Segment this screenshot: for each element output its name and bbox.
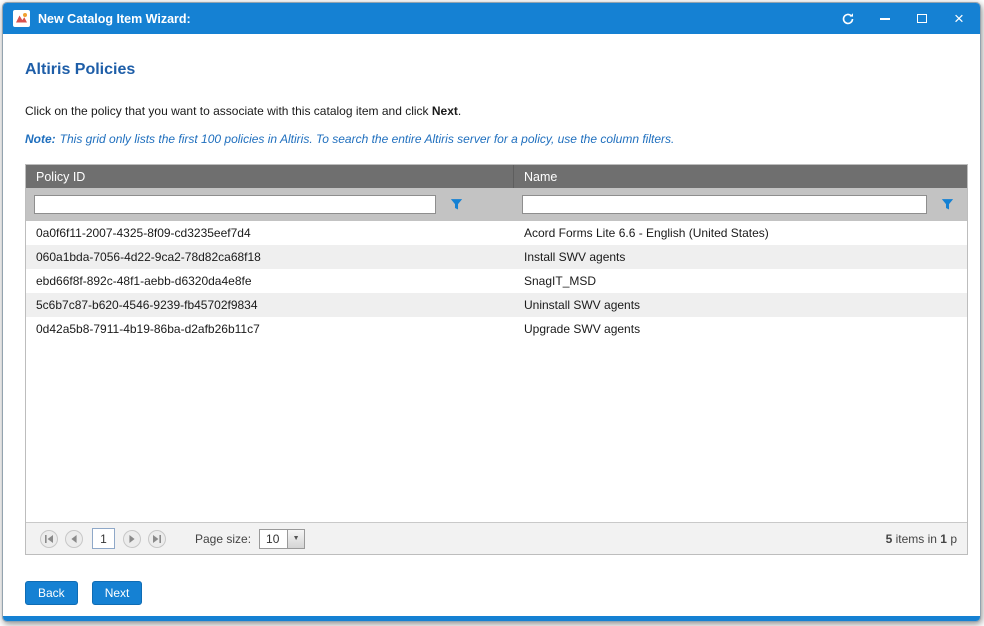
- app-icon: [13, 10, 30, 27]
- funnel-icon: [941, 198, 954, 211]
- cell-name[interactable]: Install SWV agents: [514, 245, 967, 269]
- grid-body: 0a0f6f11-2007-4325-8f09-cd3235eef7d4Acor…: [26, 221, 967, 522]
- close-icon: ×: [954, 10, 964, 27]
- instruction-bold: Next: [432, 104, 458, 118]
- table-row[interactable]: ebd66f8f-892c-48f1-aebb-d6320da4e8feSnag…: [26, 269, 967, 293]
- wizard-content: Altiris Policies Click on the policy tha…: [3, 34, 980, 616]
- cell-name[interactable]: SnagIT_MSD: [514, 269, 967, 293]
- footer-buttons: Back Next: [25, 581, 968, 605]
- page-size-control: Page size: 10 ▼: [195, 529, 305, 549]
- cell-policy-id[interactable]: 0d42a5b8-7911-4b19-86ba-d2afb26b11c7: [26, 317, 514, 341]
- instruction-suffix: .: [458, 104, 461, 118]
- next-button[interactable]: Next: [92, 581, 143, 605]
- name-filter-cell: [514, 195, 967, 215]
- column-header-policy-id-label: Policy ID: [36, 170, 85, 184]
- cell-name[interactable]: Upgrade SWV agents: [514, 317, 967, 341]
- column-header-policy-id[interactable]: Policy ID: [26, 165, 514, 188]
- minimize-button[interactable]: [874, 9, 896, 29]
- table-row[interactable]: 0a0f6f11-2007-4325-8f09-cd3235eef7d4Acor…: [26, 221, 967, 245]
- next-page-button[interactable]: [123, 530, 141, 548]
- prev-page-icon: [69, 534, 79, 544]
- pages-count: 1: [940, 532, 947, 546]
- close-button[interactable]: ×: [948, 9, 970, 29]
- page-size-dropdown[interactable]: 10 ▼: [259, 529, 305, 549]
- cell-policy-id[interactable]: 5c6b7c87-b620-4546-9239-fb45702f9834: [26, 293, 514, 317]
- policy-id-filter-cell: [26, 195, 514, 215]
- grid-header: Policy ID Name: [26, 165, 967, 188]
- last-page-icon: [152, 534, 162, 544]
- name-filter-button[interactable]: [935, 195, 959, 215]
- items-summary-suffix: p: [947, 532, 957, 546]
- window-controls: ×: [837, 9, 970, 29]
- minimize-icon: [880, 18, 890, 20]
- grid-body-table: 0a0f6f11-2007-4325-8f09-cd3235eef7d4Acor…: [26, 221, 967, 341]
- cell-policy-id[interactable]: 060a1bda-7056-4d22-9ca2-78d82ca68f18: [26, 245, 514, 269]
- cell-policy-id[interactable]: 0a0f6f11-2007-4325-8f09-cd3235eef7d4: [26, 221, 514, 245]
- maximize-icon: [917, 14, 927, 23]
- policies-grid: Policy ID Name: [25, 164, 968, 555]
- page-title: Altiris Policies: [25, 61, 968, 79]
- table-row[interactable]: 0d42a5b8-7911-4b19-86ba-d2afb26b11c7Upgr…: [26, 317, 967, 341]
- name-filter-input[interactable]: [522, 195, 927, 214]
- wizard-window: New Catalog Item Wizard: × Altiris Polic…: [2, 2, 981, 622]
- table-row[interactable]: 5c6b7c87-b620-4546-9239-fb45702f9834Unin…: [26, 293, 967, 317]
- cell-name[interactable]: Acord Forms Lite 6.6 - English (United S…: [514, 221, 967, 245]
- refresh-icon: [841, 12, 855, 26]
- next-page-icon: [127, 534, 137, 544]
- policy-id-filter-button[interactable]: [444, 195, 468, 215]
- titlebar: New Catalog Item Wizard: ×: [3, 3, 980, 34]
- column-header-name-label: Name: [524, 170, 557, 184]
- first-page-icon: [44, 534, 54, 544]
- window-title: New Catalog Item Wizard:: [38, 12, 191, 26]
- instruction-text: Click on the policy that you want to ass…: [25, 104, 968, 118]
- instruction-prefix: Click on the policy that you want to ass…: [25, 104, 432, 118]
- items-summary: 5 items in 1 p: [886, 532, 957, 546]
- funnel-icon: [450, 198, 463, 211]
- page-size-label: Page size:: [195, 532, 251, 546]
- policy-id-filter-input[interactable]: [34, 195, 436, 214]
- page-size-value: 10: [260, 530, 287, 548]
- window-bottom-strip: [3, 616, 980, 621]
- cell-name[interactable]: Uninstall SWV agents: [514, 293, 967, 317]
- cell-policy-id[interactable]: ebd66f8f-892c-48f1-aebb-d6320da4e8fe: [26, 269, 514, 293]
- refresh-button[interactable]: [837, 9, 859, 29]
- back-button[interactable]: Back: [25, 581, 78, 605]
- prev-page-button[interactable]: [65, 530, 83, 548]
- first-page-button[interactable]: [40, 530, 58, 548]
- chevron-down-icon: ▼: [287, 530, 304, 548]
- last-page-button[interactable]: [148, 530, 166, 548]
- note-body: This grid only lists the first 100 polic…: [60, 132, 675, 146]
- current-page-box[interactable]: 1: [92, 528, 115, 549]
- maximize-button[interactable]: [911, 9, 933, 29]
- note-label: Note:: [25, 132, 56, 146]
- table-row[interactable]: 060a1bda-7056-4d22-9ca2-78d82ca68f18Inst…: [26, 245, 967, 269]
- filter-row: [26, 188, 967, 221]
- pager: 1 Page size: 10 ▼: [26, 522, 967, 554]
- note-text: Note: This grid only lists the first 100 …: [25, 132, 968, 146]
- column-header-name[interactable]: Name: [514, 165, 967, 188]
- items-summary-middle: items in: [892, 532, 940, 546]
